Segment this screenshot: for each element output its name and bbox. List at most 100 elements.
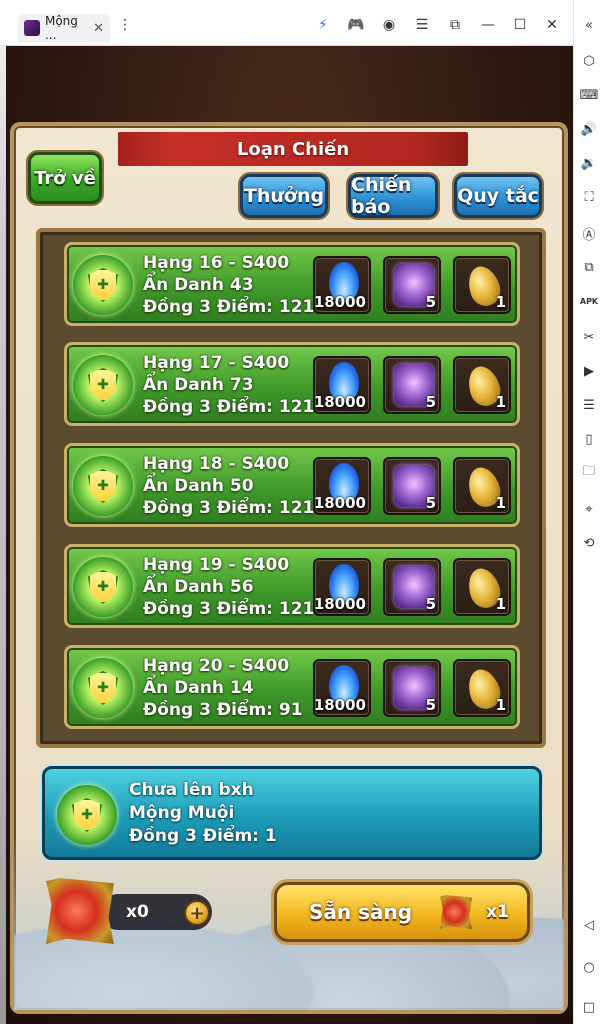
reward-slot[interactable]: 18000 [313, 457, 371, 515]
ranking-row[interactable]: ✚ Hạng 18 - S400 Ẩn Danh 50 Đồng 3 Điểm:… [64, 443, 520, 527]
ready-button[interactable]: Sẵn sàng x1 [274, 882, 530, 942]
battle-ticket-icon [440, 895, 473, 929]
page-title: Loạn Chiến [236, 138, 350, 160]
reward-qty: 18000 [313, 293, 366, 311]
rank-label: Hạng 17 - S400 [143, 353, 290, 373]
reward-slot[interactable]: 1 [453, 457, 511, 515]
apk-icon[interactable]: APK [580, 292, 598, 310]
macro-icon[interactable]: ☰ [580, 396, 598, 414]
my-player-name: Mộng Muội [129, 803, 235, 823]
bronze-rank-emblem-icon: ✚ [73, 658, 133, 718]
account-icon[interactable]: ◉ [380, 16, 398, 34]
close-icon[interactable]: ✕ [543, 16, 561, 34]
rank-label: Hạng 16 - S400 [143, 253, 290, 273]
reward-slot[interactable]: 5 [383, 356, 441, 414]
external-window-icon[interactable]: ⧉ [446, 16, 464, 34]
tier-points: Đồng 3 Điểm: 91 [143, 700, 303, 720]
minimize-icon[interactable]: — [479, 16, 497, 34]
reward-qty: 1 [495, 393, 506, 411]
bronze-rank-emblem-icon: ✚ [73, 557, 133, 617]
reward-qty: 18000 [313, 595, 366, 613]
bronze-rank-emblem-icon: ✚ [73, 355, 133, 415]
ready-label: Sẵn sàng [309, 900, 413, 924]
collapse-sidebar-icon[interactable]: « [580, 16, 598, 34]
more-options-icon[interactable]: ⋮ [116, 16, 134, 34]
player-name: Ẩn Danh 43 [143, 275, 254, 295]
bronze-rank-emblem-icon: ✚ [73, 456, 133, 516]
reward-slot[interactable]: 1 [453, 356, 511, 414]
tier-points: Đồng 3 Điểm: 121 [143, 297, 315, 317]
reward-qty: 5 [425, 393, 436, 411]
tier-points: Đồng 3 Điểm: 121 [143, 397, 315, 417]
reward-slot[interactable]: 5 [383, 558, 441, 616]
ranking-row[interactable]: ✚ Hạng 17 - S400 Ẩn Danh 73 Đồng 3 Điểm:… [64, 342, 520, 426]
reward-slot[interactable]: 18000 [313, 356, 371, 414]
ticket-count-value: x0 [126, 902, 149, 922]
reward-qty: 18000 [313, 696, 366, 714]
reward-qty: 1 [495, 595, 506, 613]
player-name: Ẩn Danh 56 [143, 577, 254, 597]
reward-qty: 1 [495, 293, 506, 311]
reward-slot[interactable]: 18000 [313, 256, 371, 314]
emulator-sidebar: « ⬡ ⌨ 🔊 🔉 ⛶ Ⓐ ⧉ APK ✂ ▶ ☰ ▯ 🗀 ⌖ ⟲ ◁ ○ □ [573, 0, 603, 1024]
player-name: Ẩn Danh 50 [143, 476, 254, 496]
app-tab-title: Mộng ... [44, 14, 78, 42]
tab-rules[interactable]: Quy tắc [454, 174, 542, 218]
reward-slot[interactable]: 5 [383, 457, 441, 515]
volume-up-icon[interactable]: 🔊 [580, 120, 598, 138]
rank-label: Hạng 19 - S400 [143, 555, 290, 575]
back-button[interactable]: Trở về [28, 152, 102, 204]
auto-icon[interactable]: Ⓐ [580, 224, 598, 243]
reward-qty: 18000 [313, 494, 366, 512]
arena-panel: Loạn Chiến Trở về Thưởng Chiến báo Quy t… [10, 122, 568, 1014]
my-rank-row: ✚ Chưa lên bxh Mộng Muội Đồng 3 Điểm: 1 [42, 766, 542, 860]
rank-label: Hạng 20 - S400 [143, 656, 290, 676]
shake-icon[interactable]: ▯ [580, 430, 598, 448]
settings-hex-icon[interactable]: ⬡ [580, 52, 598, 70]
ranking-list[interactable]: ✚ Hạng 16 - S400 Ẩn Danh 43 Đồng 3 Điểm:… [36, 228, 546, 748]
title-banner: Loạn Chiến [118, 132, 468, 166]
screenshot-icon[interactable]: ⛶ [580, 188, 598, 206]
add-ticket-button[interactable]: + [184, 900, 210, 926]
reward-slot[interactable]: 1 [453, 659, 511, 717]
back-triangle-icon[interactable]: ◁ [580, 916, 598, 934]
tab-battle-report[interactable]: Chiến báo [348, 174, 438, 218]
reward-qty: 1 [495, 494, 506, 512]
tab-rewards[interactable]: Thưởng [240, 174, 328, 218]
record-icon[interactable]: ▶ [580, 362, 598, 380]
ranking-row[interactable]: ✚ Hạng 19 - S400 Ẩn Danh 56 Đồng 3 Điểm:… [64, 544, 520, 628]
reward-slot[interactable]: 5 [383, 659, 441, 717]
menu-icon[interactable]: ☰ [413, 16, 431, 34]
app-tab[interactable]: Mộng ... ✕ [18, 14, 110, 42]
reward-slot[interactable]: 18000 [313, 558, 371, 616]
reward-slot[interactable]: 5 [383, 256, 441, 314]
game-viewport: Loạn Chiến Trở về Thưởng Chiến báo Quy t… [6, 46, 573, 1024]
bolt-icon[interactable]: ⚡ [314, 16, 332, 34]
ranking-row[interactable]: ✚ Hạng 16 - S400 Ẩn Danh 43 Đồng 3 Điểm:… [64, 242, 520, 326]
maximize-icon[interactable]: ☐ [511, 16, 529, 34]
location-icon[interactable]: ⌖ [580, 500, 598, 518]
player-name: Ẩn Danh 73 [143, 375, 254, 395]
reward-qty: 5 [425, 293, 436, 311]
reward-slot[interactable]: 1 [453, 558, 511, 616]
bronze-rank-emblem-icon: ✚ [57, 785, 117, 845]
reward-slot[interactable]: 18000 [313, 659, 371, 717]
multi-instance-icon[interactable]: ⧉ [580, 258, 598, 276]
folder-icon[interactable]: 🗀 [580, 464, 598, 482]
keyboard-icon[interactable]: ⌨ [580, 86, 599, 104]
recent-square-icon[interactable]: □ [580, 998, 598, 1016]
tab-close-icon[interactable]: ✕ [93, 21, 104, 36]
my-tier-points: Đồng 3 Điểm: 1 [129, 826, 277, 846]
reward-slot[interactable]: 1 [453, 256, 511, 314]
rotate-icon[interactable]: ⟲ [580, 534, 598, 552]
my-rank-status: Chưa lên bxh [129, 780, 254, 800]
volume-down-icon[interactable]: 🔉 [580, 154, 598, 172]
gamepad-icon[interactable]: 🎮 [347, 16, 365, 34]
ranking-row[interactable]: ✚ Hạng 20 - S400 Ẩn Danh 14 Đồng 3 Điểm:… [64, 645, 520, 729]
rank-label: Hạng 18 - S400 [143, 454, 290, 474]
reward-qty: 5 [425, 494, 436, 512]
scissors-icon[interactable]: ✂ [580, 328, 598, 346]
home-circle-icon[interactable]: ○ [580, 958, 598, 976]
reward-qty: 5 [425, 595, 436, 613]
reward-qty: 18000 [313, 393, 366, 411]
